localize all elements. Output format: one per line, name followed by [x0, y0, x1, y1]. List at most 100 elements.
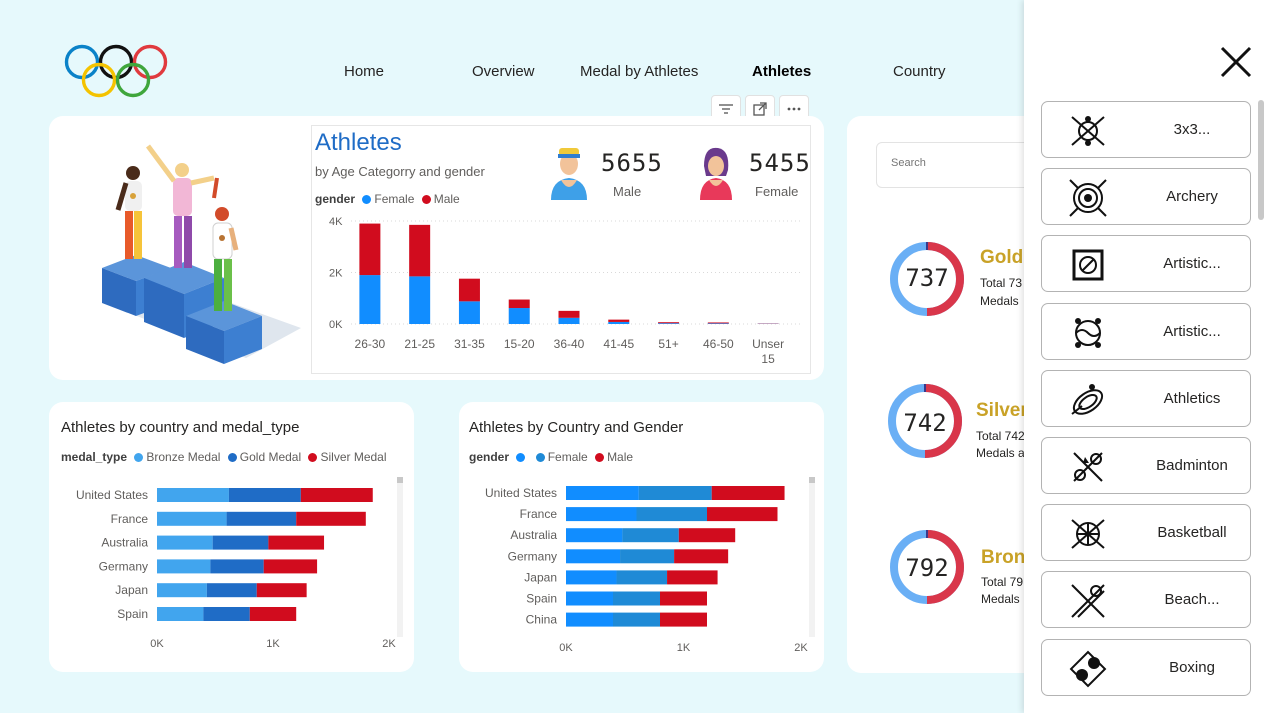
bar-bronze-medal[interactable]	[157, 488, 229, 502]
legend-female: Female	[547, 450, 588, 464]
gender-chart-scrollbar[interactable]	[809, 477, 815, 637]
bar-male[interactable]	[458, 278, 480, 302]
nav-medal-by-athletes[interactable]: Medal by Athletes	[580, 63, 698, 80]
x-tick-label: 1K	[677, 642, 691, 654]
bar-silver-medal[interactable]	[268, 535, 325, 550]
bar-silver-medal[interactable]	[296, 511, 366, 526]
bar-series[interactable]	[566, 507, 637, 522]
bar-male[interactable]	[508, 299, 530, 309]
bar-series[interactable]	[566, 570, 617, 585]
nav-athletes[interactable]: Athletes	[752, 63, 811, 80]
male-count: 5655	[601, 149, 663, 177]
legend-gold: Gold Medal	[239, 450, 302, 464]
bar-male[interactable]	[660, 612, 707, 627]
sport-slicer-8[interactable]: Boxing	[1041, 638, 1251, 696]
bar-series[interactable]	[566, 549, 621, 564]
bar-bronze-medal[interactable]	[157, 559, 211, 574]
bar-bronze-medal[interactable]	[157, 583, 207, 598]
bar-male[interactable]	[608, 319, 630, 322]
search-input[interactable]	[891, 157, 1021, 169]
legend-title: gender	[315, 192, 356, 206]
bar-male[interactable]	[711, 486, 785, 500]
bar-male[interactable]	[660, 591, 707, 606]
bar-silver-medal[interactable]	[256, 583, 307, 598]
bar-series[interactable]	[566, 612, 613, 627]
bar-male[interactable]	[674, 549, 729, 564]
bar-silver-medal[interactable]	[249, 607, 297, 621]
bar-gold-medal[interactable]	[206, 583, 257, 598]
country-label: Germany	[508, 549, 557, 563]
legend-title: gender	[469, 450, 510, 464]
bar-female[interactable]	[613, 612, 660, 627]
bar-bronze-medal[interactable]	[157, 607, 204, 621]
sport-slicer-6[interactable]: Basketball	[1041, 504, 1251, 562]
bar-series[interactable]	[566, 486, 639, 500]
bar-male[interactable]	[558, 310, 580, 318]
bar-male[interactable]	[678, 528, 736, 543]
bar-gold-medal[interactable]	[228, 488, 301, 502]
bar-bronze-medal[interactable]	[157, 535, 213, 550]
bar-female[interactable]	[658, 323, 680, 324]
bar-female[interactable]	[359, 275, 381, 324]
country-label: Spain	[117, 607, 148, 621]
bar-male[interactable]	[658, 322, 680, 324]
bar-gold-medal[interactable]	[212, 535, 269, 550]
bar-female[interactable]	[622, 528, 679, 543]
legend-male: Male	[607, 450, 634, 464]
bar-female[interactable]	[613, 591, 660, 606]
podium-illustration	[102, 144, 301, 364]
bar-silver-medal[interactable]	[300, 488, 373, 502]
country-label: United States	[485, 486, 557, 500]
bar-male[interactable]	[707, 507, 778, 522]
bar-female[interactable]	[409, 276, 431, 324]
sport-slicer-1[interactable]: Archery	[1041, 168, 1251, 226]
bar-female[interactable]	[508, 308, 530, 324]
bar-female[interactable]	[636, 507, 708, 522]
x-tick-label: 36-40	[554, 337, 585, 351]
bar-bronze-medal[interactable]	[157, 511, 227, 526]
bar-female[interactable]	[558, 317, 580, 324]
bar-male[interactable]	[409, 224, 431, 277]
bar-gold-medal[interactable]	[226, 511, 297, 526]
x-tick-label: 15	[761, 352, 775, 366]
bar-silver-medal[interactable]	[263, 559, 318, 574]
gold-medal-count: 737	[905, 264, 949, 292]
close-icon[interactable]	[1220, 46, 1252, 78]
bar-series[interactable]	[566, 528, 623, 543]
x-tick-label: Unser	[752, 337, 784, 351]
medal-chart-scrollbar[interactable]	[397, 477, 403, 637]
bar-female[interactable]	[458, 301, 480, 324]
bar-female[interactable]	[616, 570, 668, 585]
silver-title: Silver	[976, 400, 1028, 421]
bar-female[interactable]	[638, 486, 712, 500]
x-tick-label: 2K	[794, 642, 808, 654]
legend-bronze: Bronze Medal	[146, 450, 221, 464]
athletics-track-icon	[1071, 383, 1104, 415]
nav-overview[interactable]: Overview	[472, 63, 535, 80]
bar-gold-medal[interactable]	[203, 607, 250, 621]
sport-slicer-3[interactable]: Artistic...	[1041, 302, 1251, 360]
bar-female[interactable]	[608, 321, 630, 324]
sport-label: Archery	[1166, 188, 1218, 206]
x-tick-label: 26-30	[355, 337, 386, 351]
sport-slicer-2[interactable]: Artistic...	[1041, 235, 1251, 293]
bar-gold-medal[interactable]	[210, 559, 264, 574]
bar-female[interactable]	[620, 549, 675, 564]
legend-dot-male	[595, 453, 605, 462]
bar-female[interactable]	[707, 323, 729, 324]
bar-male[interactable]	[667, 570, 718, 585]
male-label: Male	[613, 184, 642, 199]
legend-silver: Silver Medal	[320, 450, 387, 464]
sport-slicer-0[interactable]: 3x3...	[1041, 101, 1251, 158]
sport-slicer-4[interactable]: Athletics	[1041, 369, 1251, 427]
search-box[interactable]	[876, 142, 1036, 188]
bar-male[interactable]	[359, 223, 381, 276]
sport-slicer-7[interactable]: Beach...	[1041, 571, 1251, 629]
gold-title: Gold	[980, 247, 1024, 268]
nav-home[interactable]: Home	[344, 63, 384, 80]
bar-male[interactable]	[707, 322, 729, 324]
silver-total-text: Total 742	[976, 429, 1025, 443]
sport-slicer-5[interactable]: Badminton	[1041, 437, 1251, 494]
bar-series[interactable]	[566, 591, 613, 606]
nav-country[interactable]: Country	[893, 63, 946, 80]
